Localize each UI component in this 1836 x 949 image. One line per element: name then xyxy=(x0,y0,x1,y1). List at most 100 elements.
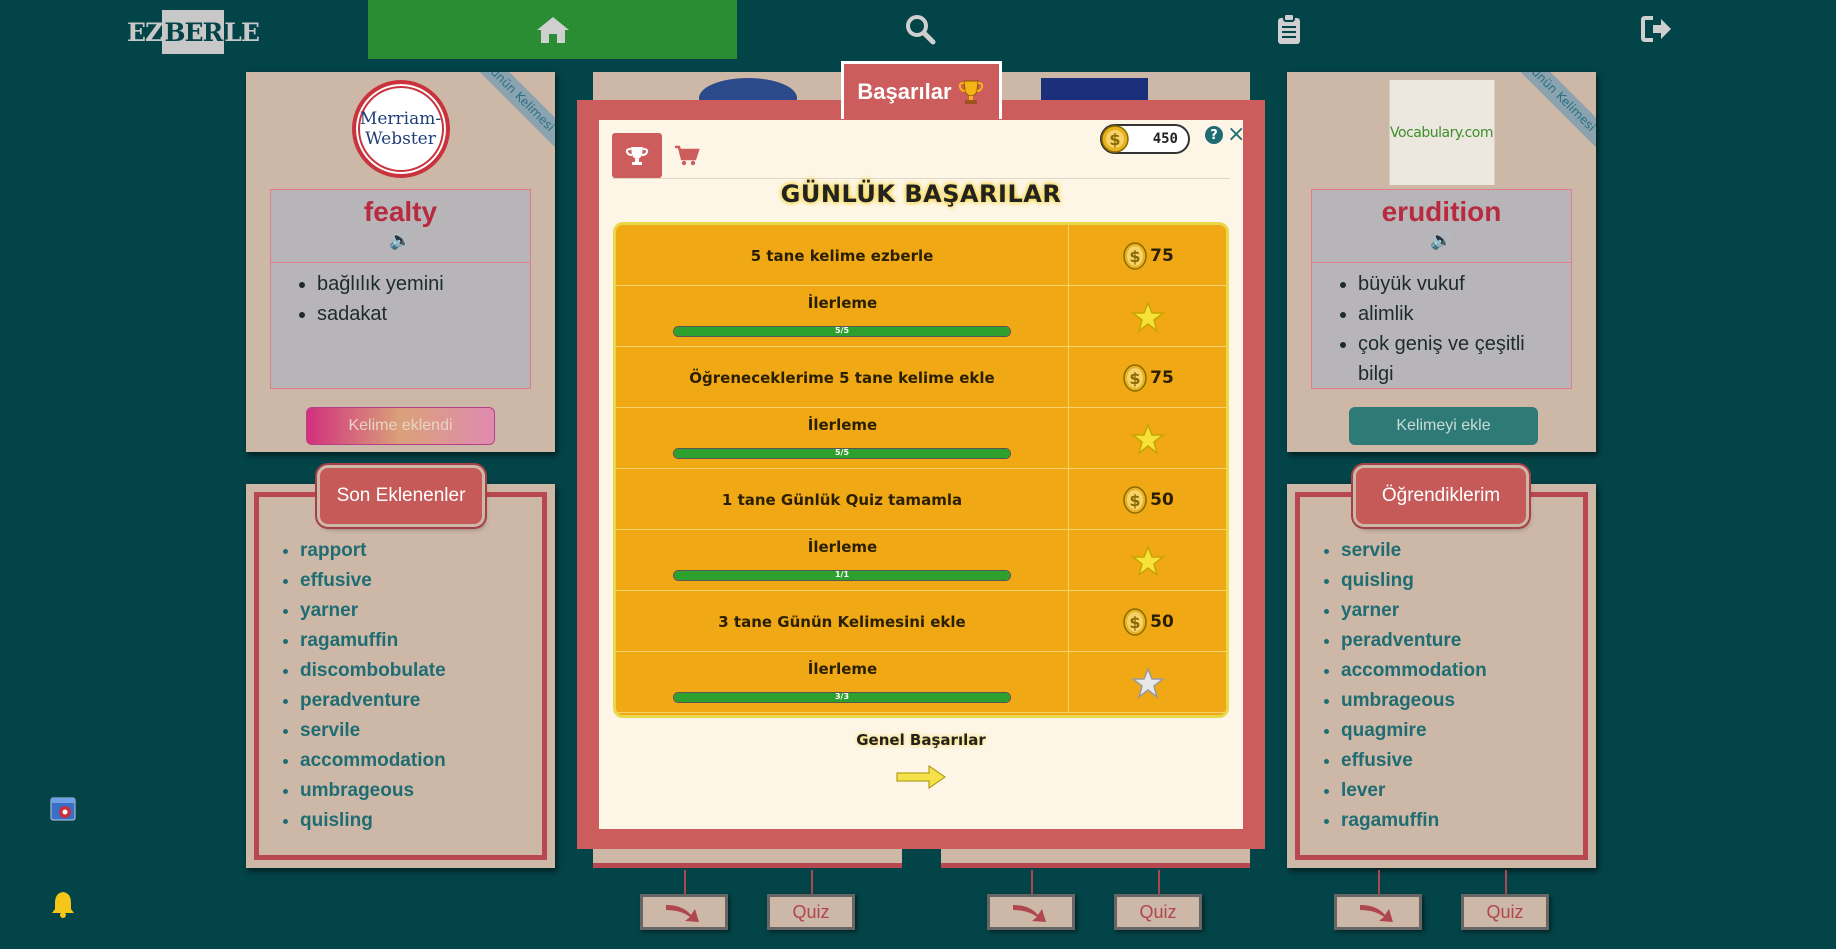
list-item[interactable]: umbrageous xyxy=(300,776,446,806)
list-item[interactable]: effusive xyxy=(1341,746,1487,776)
list-item[interactable]: yarner xyxy=(1341,596,1487,626)
achievement-task: 5 tane kelime ezberle xyxy=(616,225,1069,286)
list-item[interactable]: quisling xyxy=(300,806,446,836)
learned-list-title: Öğrendiklerim xyxy=(1356,468,1526,524)
list-item[interactable]: discombobulate xyxy=(300,656,446,686)
progress-label: İlerleme xyxy=(807,660,878,678)
logo-line-1: Merriam- xyxy=(359,109,442,129)
add-word-button[interactable]: Kelimeyi ekle xyxy=(1349,407,1538,445)
nav-search-button[interactable] xyxy=(903,12,937,46)
navbar: EZ BER LE xyxy=(0,0,1836,59)
reward-value: 75 xyxy=(1150,367,1174,388)
speaker-icon[interactable]: 🔊 xyxy=(271,230,530,251)
achievement-reward: $50 xyxy=(1070,591,1226,652)
tab-shop[interactable] xyxy=(662,133,712,178)
svg-text:$: $ xyxy=(1109,130,1120,149)
home-icon xyxy=(536,16,569,43)
list-item[interactable]: accommodation xyxy=(1341,656,1487,686)
list-item[interactable]: accommodation xyxy=(300,746,446,776)
progress-bar: 5/5 xyxy=(673,448,1011,459)
word-title: erudition xyxy=(1381,196,1502,227)
word-of-day-ribbon: Günün Kelimesi xyxy=(1503,72,1596,154)
coin-amount: 450 xyxy=(1152,131,1178,147)
achievement-star xyxy=(1070,286,1226,347)
progress-bar: 3/3 xyxy=(673,692,1011,703)
star-icon xyxy=(1131,544,1165,577)
quiz-button[interactable]: Quiz xyxy=(767,894,855,930)
progress-cell: İlerleme 5/5 xyxy=(616,286,1069,347)
word-title: fealty xyxy=(363,196,438,227)
word-of-day-ribbon: Günün Kelimesi xyxy=(462,72,555,154)
search-icon xyxy=(906,15,936,45)
definition-item: alimlik xyxy=(1358,299,1565,329)
reward-value: 50 xyxy=(1150,489,1174,510)
trophy-icon xyxy=(625,146,649,165)
logo-part-b: BER xyxy=(162,10,225,54)
list-item[interactable]: peradventure xyxy=(300,686,446,716)
list-item[interactable]: ragamuffin xyxy=(300,626,446,656)
list-item[interactable]: lever xyxy=(1341,776,1487,806)
coin-icon: $ xyxy=(1123,485,1147,514)
word-box: fealty 🔊 bağlılık yemini sadakat xyxy=(270,189,531,389)
learned-word-list: servile quisling yarner peradventure acc… xyxy=(1311,536,1487,836)
progress-bar: 5/5 xyxy=(673,326,1011,337)
progress-cell: İlerleme 1/1 xyxy=(616,530,1069,591)
coin-icon: $ xyxy=(1123,607,1147,636)
progress-cell: İlerleme 3/3 xyxy=(616,652,1069,713)
progress-label: İlerleme xyxy=(807,538,878,556)
list-item[interactable]: umbrageous xyxy=(1341,686,1487,716)
achievements-header-title: Başarılar xyxy=(857,78,952,104)
shuffle-button[interactable] xyxy=(640,894,728,930)
progress-bar: 1/1 xyxy=(673,570,1011,581)
help-button[interactable]: ? xyxy=(1205,126,1223,144)
coin-icon: $ xyxy=(1123,241,1147,270)
close-button[interactable]: × xyxy=(1227,122,1245,147)
shuffle-button[interactable] xyxy=(1334,894,1422,930)
coin-icon: $ xyxy=(1123,363,1147,392)
list-item[interactable]: peradventure xyxy=(1341,626,1487,656)
logo-line-2: Webster xyxy=(365,129,436,149)
general-achievements-link[interactable]: Genel Başarılar xyxy=(599,731,1243,749)
quiz-button[interactable]: Quiz xyxy=(1461,894,1549,930)
speaker-icon[interactable]: 🔊 xyxy=(1312,230,1571,251)
progress-label: İlerleme xyxy=(807,416,878,434)
list-item[interactable]: ragamuffin xyxy=(1341,806,1487,836)
list-item[interactable]: servile xyxy=(300,716,446,746)
nav-home-button[interactable] xyxy=(368,0,737,59)
achievement-task: 1 tane Günlük Quiz tamamla xyxy=(616,469,1069,530)
quiz-button[interactable]: Quiz xyxy=(1114,894,1202,930)
definition-item: sadakat xyxy=(317,299,530,329)
achievements-header-tab: Başarılar xyxy=(841,61,1002,119)
achievement-star xyxy=(1070,530,1226,591)
word-of-day-card-left: Günün Kelimesi Merriam- Webster fealty 🔊 … xyxy=(246,72,555,452)
logout-icon xyxy=(1641,16,1671,42)
notifications-button[interactable] xyxy=(50,890,76,922)
svg-text:$: $ xyxy=(1130,369,1141,388)
vocabulary-logo[interactable]: Vocabulary.com xyxy=(1389,80,1494,185)
merriam-webster-logo[interactable]: Merriam- Webster xyxy=(351,80,450,178)
next-arrow-button[interactable] xyxy=(895,764,947,794)
nav-logout-button[interactable] xyxy=(1640,12,1674,46)
trophy-icon xyxy=(958,80,983,104)
list-item[interactable]: yarner xyxy=(300,596,446,626)
coin-balance: $ 450 xyxy=(1100,124,1190,154)
app-logo[interactable]: EZ BER LE xyxy=(127,10,260,54)
list-item[interactable]: quisling xyxy=(1341,566,1487,596)
achievement-reward: $75 xyxy=(1070,347,1226,408)
list-item[interactable]: quagmire xyxy=(1341,716,1487,746)
achievement-task-row: 3 tane Günün Kelimesini ekle $50 xyxy=(616,591,1226,652)
progress-text: 1/1 xyxy=(834,570,850,579)
star-icon xyxy=(1131,422,1165,455)
achievement-star xyxy=(1070,652,1226,713)
list-item[interactable]: servile xyxy=(1341,536,1487,566)
settings-window-button[interactable] xyxy=(50,797,78,827)
learned-list-card: servile quisling yarner peradventure acc… xyxy=(1287,484,1596,868)
list-item[interactable]: rapport xyxy=(300,536,446,566)
tab-achievements[interactable] xyxy=(612,133,662,178)
logo-part-c: LE xyxy=(224,17,260,47)
nav-clipboard-button[interactable] xyxy=(1272,12,1306,46)
list-item[interactable]: effusive xyxy=(300,566,446,596)
shuffle-button[interactable] xyxy=(987,894,1075,930)
achievement-task-row: 5 tane kelime ezberle $75 xyxy=(616,225,1226,286)
word-added-button[interactable]: Kelime eklendi xyxy=(306,407,495,445)
